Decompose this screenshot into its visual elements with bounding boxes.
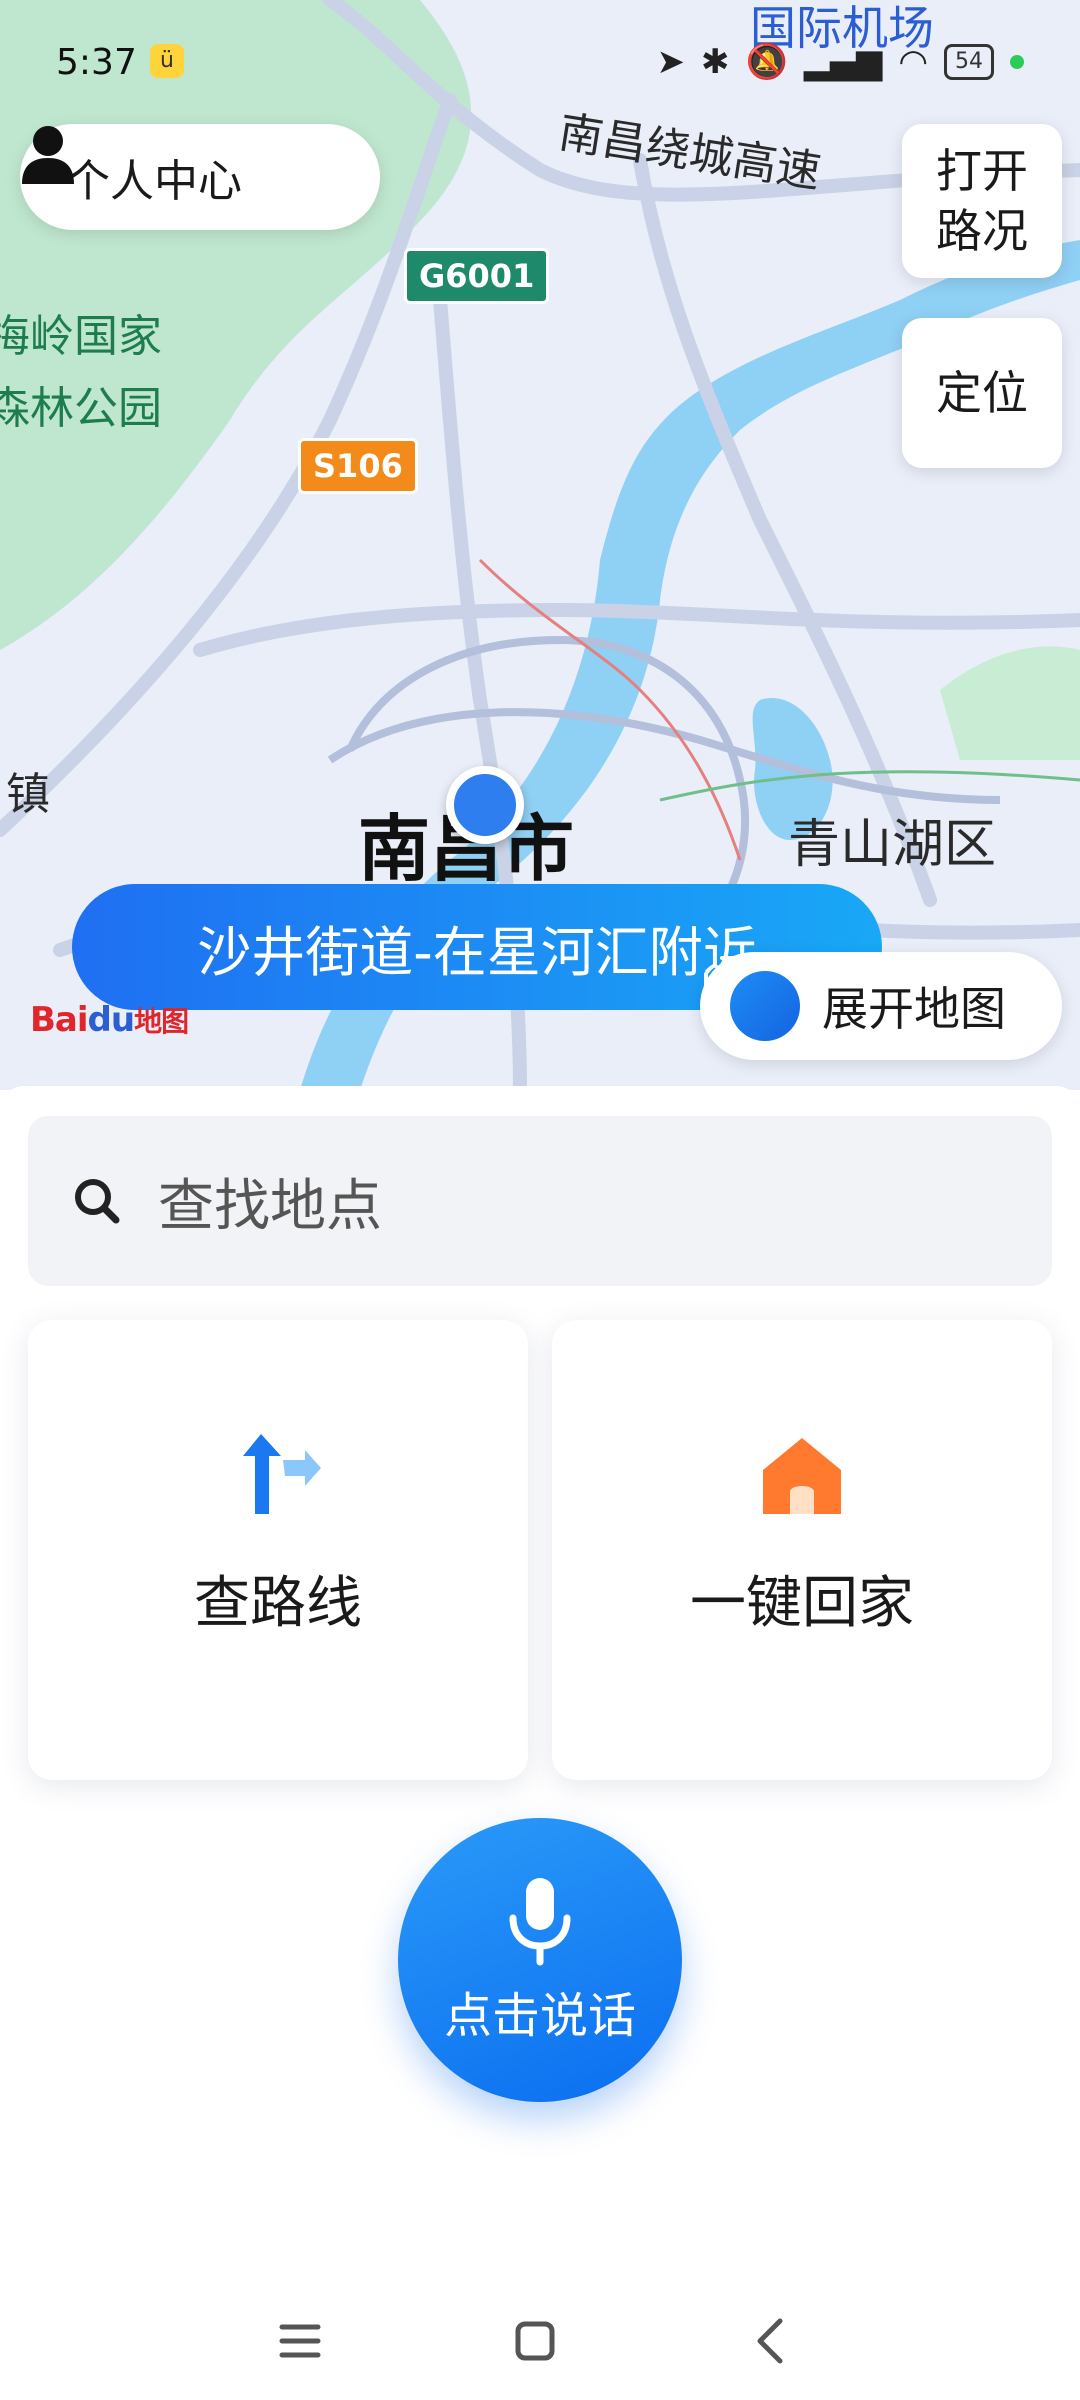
traffic-toggle-label: 打开 路况: [936, 144, 1028, 258]
road-shield-s106: S106: [298, 438, 418, 494]
bunny-icon: ü: [150, 44, 184, 78]
status-time: 5:37: [56, 42, 137, 83]
search-placeholder: 查找地点: [158, 1173, 382, 1239]
microphone-icon: [509, 1878, 571, 1966]
go-home-label: 一键回家: [690, 1571, 914, 1636]
search-input[interactable]: 查找地点: [28, 1116, 1052, 1286]
home-icon: [763, 1438, 841, 1514]
user-center-button[interactable]: 个人中心: [20, 124, 380, 230]
route-search-card[interactable]: 查路线: [28, 1320, 528, 1780]
voice-input-button[interactable]: 点击说话: [398, 1818, 682, 2102]
map-label-park-line1: 梅岭国家: [0, 311, 162, 362]
go-home-card[interactable]: 一键回家: [552, 1320, 1052, 1780]
home-square-icon[interactable]: [500, 2306, 570, 2376]
expand-map-button[interactable]: 展开地图: [700, 952, 1062, 1060]
wifi-icon: ◠: [898, 42, 928, 82]
status-icons: ➤ ✱ 🔕 ▂▄▆ ◠ 54: [657, 42, 1024, 82]
route-arrow-icon: [243, 1434, 321, 1514]
baidu-map-logo: Baidu地图: [30, 1000, 189, 1040]
status-bar: 5:37 ü ➤ ✱ 🔕 ▂▄▆ ◠ 54: [0, 36, 1080, 96]
location-banner-text: 沙井街道-在星河汇附近: [197, 920, 757, 984]
system-nav-bar: [0, 2290, 1080, 2390]
menu-icon[interactable]: [265, 2306, 335, 2376]
voice-input-label: 点击说话: [443, 1988, 636, 2044]
user-center-label: 个人中心: [66, 156, 242, 207]
app-root: 国际机场 南昌绕城高速 梅岭国家 森林公园 镇 南昌市 青山湖区 G6001 S…: [0, 0, 1080, 2400]
traffic-toggle-button[interactable]: 打开 路况: [902, 124, 1062, 278]
map-view[interactable]: 国际机场 南昌绕城高速 梅岭国家 森林公园 镇 南昌市 青山湖区 G6001 S…: [0, 0, 1080, 1090]
road-shield-g6001: G6001: [404, 248, 550, 304]
search-icon: [75, 1179, 120, 1224]
back-icon[interactable]: [735, 2306, 805, 2376]
location-arrow-icon: ➤: [656, 42, 686, 82]
signal-icon: ▂▄▆: [803, 42, 883, 82]
bottom-panel: 查找地点 查路线 一键回家 点击说话: [0, 1086, 1080, 2400]
current-location-marker: [446, 766, 524, 844]
mute-bell-icon: 🔕: [745, 42, 788, 82]
bluetooth-icon: ✱: [701, 42, 730, 82]
locate-button[interactable]: 定位: [902, 318, 1062, 468]
map-label-park-line2: 森林公园: [0, 383, 162, 434]
map-label-town: 镇: [6, 769, 50, 820]
route-search-label: 查路线: [194, 1571, 362, 1636]
expand-map-label: 展开地图: [822, 982, 1006, 1036]
green-dot-icon: [1010, 55, 1024, 69]
person-icon: [22, 126, 74, 184]
map-label-district: 青山湖区: [788, 815, 997, 875]
locate-label: 定位: [936, 366, 1028, 420]
expand-icon: [704, 956, 800, 1041]
battery-icon: 54: [944, 44, 994, 80]
